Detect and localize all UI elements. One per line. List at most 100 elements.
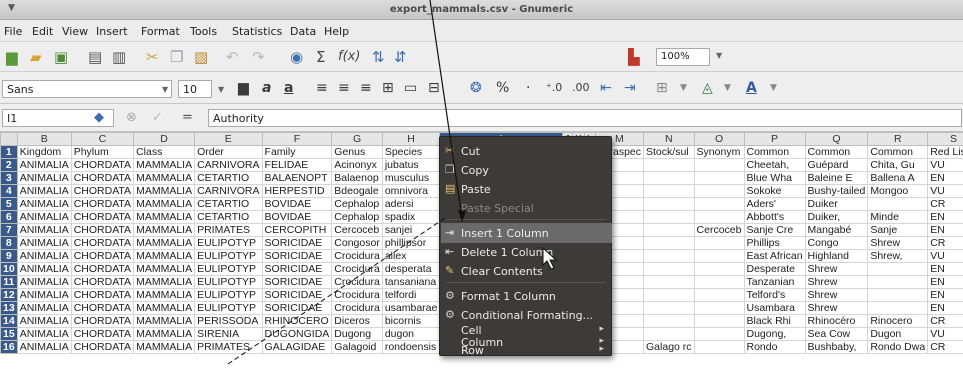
- table-cell[interactable]: Phillips: [743, 236, 806, 250]
- decrease-decimal-icon[interactable]: .00: [572, 81, 590, 95]
- table-cell[interactable]: desperata: [381, 262, 441, 276]
- table-cell[interactable]: Guépard: [804, 158, 869, 172]
- table-cell[interactable]: MAMMALIA: [133, 262, 196, 276]
- table-cell[interactable]: Rondo Dwa: [867, 340, 929, 354]
- cancel-icon[interactable]: ⊗: [126, 110, 137, 125]
- table-cell[interactable]: FELIDAE: [261, 158, 333, 172]
- table-cell[interactable]: Sanje: [867, 223, 929, 237]
- table-cell[interactable]: SORICIDAE: [261, 301, 333, 315]
- table-cell[interactable]: ANIMALIA: [16, 340, 72, 354]
- table-cell[interactable]: PRIMATES: [194, 340, 263, 354]
- menu-help[interactable]: Help: [324, 25, 349, 38]
- accept-icon[interactable]: ✓: [152, 110, 163, 125]
- italic-icon[interactable]: a: [262, 81, 271, 95]
- table-cell[interactable]: CHORDATA: [70, 210, 135, 224]
- table-cell[interactable]: EULIPOTYP: [194, 236, 263, 250]
- table-cell[interactable]: MAMMALIA: [133, 340, 196, 354]
- table-cell[interactable]: SIRENIA: [194, 327, 263, 341]
- table-cell[interactable]: [643, 236, 695, 250]
- table-cell[interactable]: SORICIDAE: [261, 249, 333, 263]
- table-cell[interactable]: [643, 288, 695, 302]
- table-cell[interactable]: BALAENOPT: [261, 171, 333, 185]
- table-cell[interactable]: omnivora: [381, 184, 441, 198]
- row-header[interactable]: 14: [0, 314, 18, 328]
- center-across-icon[interactable]: ▭: [404, 81, 417, 95]
- ctx-format-column[interactable]: ⚙ Format 1 Column: [441, 286, 612, 306]
- table-cell[interactable]: HERPESTID: [261, 184, 333, 198]
- table-cell[interactable]: MAMMALIA: [133, 171, 196, 185]
- table-cell[interactable]: Genus: [331, 145, 383, 159]
- table-cell[interactable]: Chita, Gu: [867, 158, 929, 172]
- table-cell[interactable]: CHORDATA: [70, 275, 135, 289]
- table-cell[interactable]: [643, 197, 695, 211]
- table-cell[interactable]: [867, 197, 929, 211]
- table-cell[interactable]: [643, 171, 695, 185]
- table-cell[interactable]: Cercoceb: [693, 223, 745, 237]
- increase-indent-icon[interactable]: ⇥: [624, 81, 636, 95]
- formula-input[interactable]: Authority: [208, 109, 962, 127]
- table-cell[interactable]: Cephalop: [331, 210, 383, 224]
- row-header[interactable]: 12: [0, 288, 18, 302]
- table-cell[interactable]: CARNIVORA: [194, 158, 263, 172]
- menu-format[interactable]: Format: [141, 25, 180, 38]
- table-cell[interactable]: [643, 223, 695, 237]
- table-cell[interactable]: Sea Cow: [804, 327, 869, 341]
- table-cell[interactable]: CHORDATA: [70, 158, 135, 172]
- table-cell[interactable]: Galago rc: [643, 340, 695, 354]
- zoom-dropdown-icon[interactable]: ▼: [716, 51, 722, 60]
- table-cell[interactable]: CR: [927, 197, 963, 211]
- table-cell[interactable]: Sanje Cre: [743, 223, 806, 237]
- copy-toolbar-icon[interactable]: ❐: [170, 49, 183, 65]
- table-cell[interactable]: CARNIVORA: [194, 184, 263, 198]
- borders-dropdown-icon[interactable]: ▼: [680, 81, 687, 95]
- table-cell[interactable]: [643, 210, 695, 224]
- column-header[interactable]: G: [331, 132, 383, 146]
- table-cell[interactable]: [693, 262, 745, 276]
- table-cell[interactable]: [693, 158, 745, 172]
- table-cell[interactable]: Duiker: [804, 197, 869, 211]
- table-cell[interactable]: Kingdom: [16, 145, 72, 159]
- table-cell[interactable]: Dugong,: [743, 327, 806, 341]
- column-header[interactable]: D: [133, 132, 196, 146]
- ctx-copy[interactable]: ❐ Copy: [441, 160, 612, 180]
- table-cell[interactable]: Phylum: [70, 145, 135, 159]
- table-cell[interactable]: MAMMALIA: [133, 249, 196, 263]
- menu-edit[interactable]: Edit: [32, 25, 53, 38]
- table-cell[interactable]: Duiker,: [804, 210, 869, 224]
- table-cell[interactable]: CHORDATA: [70, 301, 135, 315]
- font-color-dropdown-icon[interactable]: ▼: [770, 81, 777, 95]
- table-cell[interactable]: MAMMALIA: [133, 210, 196, 224]
- table-cell[interactable]: Cercoceb: [331, 223, 383, 237]
- table-cell[interactable]: [693, 236, 745, 250]
- edit-formula-icon[interactable]: =: [182, 110, 193, 125]
- table-cell[interactable]: Bushy-tailed: [804, 184, 869, 198]
- table-cell[interactable]: MAMMALIA: [133, 314, 196, 328]
- table-cell[interactable]: [643, 158, 695, 172]
- table-cell[interactable]: ANIMALIA: [16, 275, 72, 289]
- zoom-field[interactable]: 100%: [656, 48, 710, 66]
- column-header[interactable]: F: [261, 132, 333, 146]
- ctx-conditional-formatting[interactable]: ⚙ Conditional Formating...: [441, 305, 612, 325]
- table-cell[interactable]: Dugon: [867, 327, 929, 341]
- table-cell[interactable]: SORICIDAE: [261, 275, 333, 289]
- redo-icon[interactable]: ↷: [252, 49, 265, 65]
- function-icon[interactable]: f(x): [338, 49, 360, 65]
- table-cell[interactable]: Bdeogale: [331, 184, 383, 198]
- table-cell[interactable]: ANIMALIA: [16, 236, 72, 250]
- table-cell[interactable]: Crocidura: [331, 262, 383, 276]
- table-cell[interactable]: Diceros: [331, 314, 383, 328]
- table-cell[interactable]: jubatus: [381, 158, 441, 172]
- table-cell[interactable]: Acinonyx: [331, 158, 383, 172]
- bold-icon[interactable]: ▆: [238, 81, 249, 95]
- table-cell[interactable]: Crocidura: [331, 275, 383, 289]
- currency-icon[interactable]: ❂: [470, 81, 482, 95]
- table-cell[interactable]: CR: [927, 236, 963, 250]
- size-dropdown-icon[interactable]: ▼: [218, 85, 224, 94]
- split-cells-icon[interactable]: ⊟: [428, 81, 440, 95]
- table-cell[interactable]: allex: [381, 249, 441, 263]
- table-cell[interactable]: CHORDATA: [70, 249, 135, 263]
- table-cell[interactable]: Tanzanian: [743, 275, 806, 289]
- font-size-field[interactable]: 10: [178, 80, 212, 98]
- table-cell[interactable]: Galagoid: [331, 340, 383, 354]
- table-cell[interactable]: EULIPOTYP: [194, 249, 263, 263]
